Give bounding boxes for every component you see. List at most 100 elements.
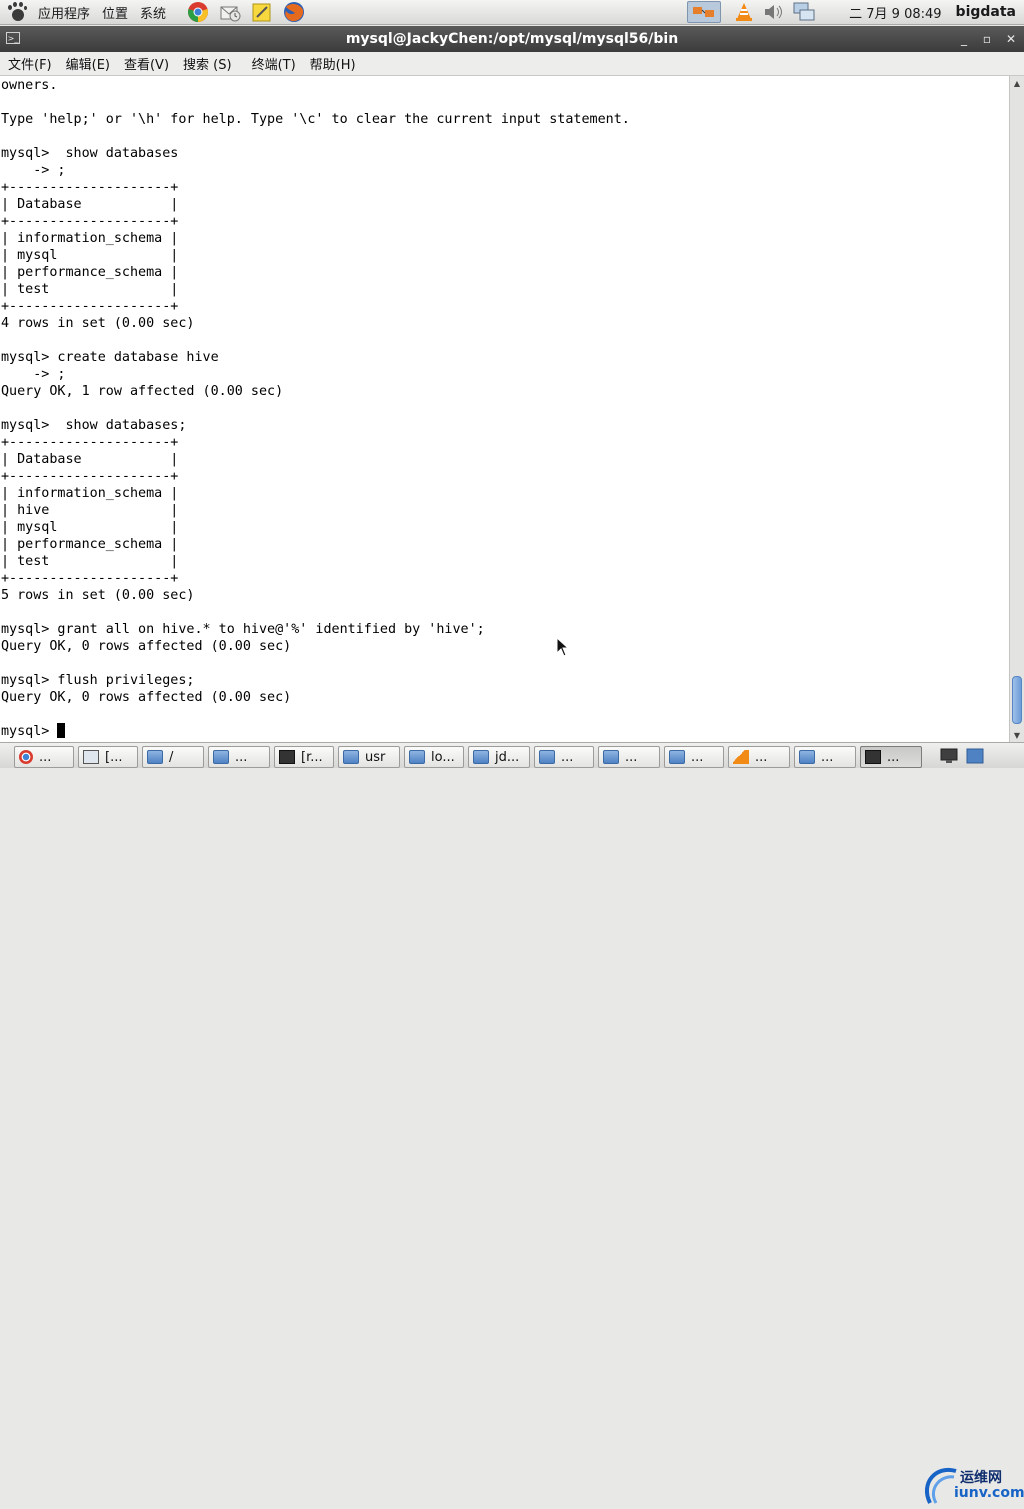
taskbar-item[interactable]: usr [338, 746, 400, 768]
mail-icon[interactable] [218, 1, 242, 23]
taskbar-item[interactable]: jd... [468, 746, 530, 768]
menu-applications[interactable]: 应用程序 [32, 0, 96, 25]
vertical-scrollbar[interactable]: ▲ ▼ [1009, 76, 1024, 742]
menu-system[interactable]: 系统 [134, 0, 172, 25]
terminal-line: mysql> create database hive [1, 350, 219, 365]
watermark-label: 运维网 [960, 1470, 1002, 1486]
terminal-line: Query OK, 0 rows affected (0.00 sec) [1, 690, 292, 705]
taskbar-item-label: ... [821, 749, 834, 765]
terminal-line: +--------------------+ [1, 469, 179, 484]
taskbar-item[interactable]: [r... [274, 746, 334, 768]
terminal-line: +--------------------+ [1, 571, 179, 586]
watermark-logo: 运维网 iunv.com [922, 1463, 1024, 1509]
taskbar-item-label: ... [39, 749, 52, 765]
watermark-url: iunv.com [954, 1485, 1024, 1501]
terminal-line: | Database | [1, 197, 179, 212]
taskbar-item[interactable]: / [142, 746, 204, 768]
monitor-icon[interactable] [792, 1, 816, 23]
taskbar-item[interactable]: ... [598, 746, 660, 768]
folder-icon [473, 750, 489, 764]
computer-icon [83, 750, 99, 764]
terminal-line: +--------------------+ [1, 180, 179, 195]
terminal-line: | information_schema | [1, 231, 179, 246]
taskbar-item-label: ... [625, 749, 638, 765]
taskbar-item[interactable]: lo... [404, 746, 464, 768]
menu-help[interactable]: 帮助(H) [304, 54, 362, 73]
terminal-line: | test | [1, 282, 179, 297]
taskbar-item[interactable]: [... [78, 746, 138, 768]
terminal-line: mysql> show databases [1, 146, 179, 161]
gnome-foot-icon[interactable] [6, 1, 28, 23]
terminal-text: owners. Type 'help;' or '\h' for help. T… [1, 77, 630, 740]
taskbar-item[interactable]: ... [794, 746, 856, 768]
taskbar-item[interactable]: ... [208, 746, 270, 768]
folder-icon [539, 750, 555, 764]
terminal-line: | Database | [1, 452, 179, 467]
terminal-prompt: mysql> [1, 724, 58, 739]
folder-icon [799, 750, 815, 764]
menu-view[interactable]: 查看(V) [118, 54, 175, 73]
close-icon[interactable]: ✕ [1002, 30, 1020, 48]
firefox-icon[interactable] [282, 1, 306, 23]
terminal-line: mysql> grant all on hive.* to hive@'%' i… [1, 622, 485, 637]
terminal-line: | hive | [1, 503, 179, 518]
workspace-icon[interactable] [966, 748, 984, 764]
scroll-up-icon[interactable]: ▲ [1010, 76, 1024, 90]
terminal-line: | performance_schema | [1, 537, 179, 552]
scrollbar-thumb[interactable] [1012, 676, 1022, 724]
taskbar-item-label: ... [691, 749, 704, 765]
taskbar-item[interactable]: ... [728, 746, 790, 768]
terminal-icon [865, 750, 881, 764]
taskbar-item[interactable]: ... [664, 746, 724, 768]
folder-icon [213, 750, 229, 764]
vlc-icon[interactable] [732, 1, 756, 23]
notes-icon[interactable] [250, 1, 274, 23]
terminal-line: mysql> show databases; [1, 418, 187, 433]
terminal-menubar: 文件(F) 编辑(E) 查看(V) 搜索 (S) 终端(T) 帮助(H) [0, 52, 1024, 76]
menu-search[interactable]: 搜索 (S) [177, 54, 238, 73]
menu-edit[interactable]: 编辑(E) [60, 54, 116, 73]
user-menu[interactable]: bigdata [956, 4, 1016, 20]
minimize-icon[interactable]: _ [955, 30, 973, 48]
top-panel: 应用程序 位置 系统 二 7月 9 08:49 bigdata [0, 0, 1024, 25]
mouse-pointer-icon [556, 637, 570, 657]
volume-icon[interactable] [762, 1, 786, 23]
folder-icon [147, 750, 163, 764]
terminal-line: -> ; [1, 163, 66, 178]
bottom-taskbar: ... [... /... [r... usr lo... jd..............… [0, 742, 1024, 1504]
taskbar-item[interactable]: ... [860, 746, 922, 768]
menu-terminal[interactable]: 终端(T) [246, 54, 302, 73]
terminal-line: owners. [1, 78, 58, 93]
terminal-prompt-line: mysql> [1, 723, 630, 740]
terminal-line: Query OK, 0 rows affected (0.00 sec) [1, 639, 292, 654]
terminal-line: +--------------------+ [1, 435, 179, 450]
chrome-icon [19, 750, 33, 764]
folder-icon [343, 750, 359, 764]
terminal-line: | mysql | [1, 520, 179, 535]
terminal-output[interactable]: owners. Type 'help;' or '\h' for help. T… [0, 76, 1009, 742]
window-titlebar[interactable]: >_ mysql@JackyChen:/opt/mysql/mysql56/bi… [0, 26, 1024, 52]
chrome-icon[interactable] [186, 1, 210, 23]
taskbar-item[interactable]: ... [14, 746, 74, 768]
terminal-line: -> ; [1, 367, 66, 382]
show-desktop-icon[interactable] [940, 748, 958, 764]
terminal-line: +--------------------+ [1, 299, 179, 314]
terminal-line: Type 'help;' or '\h' for help. Type '\c'… [1, 112, 630, 127]
vlc-icon [733, 750, 749, 764]
maximize-icon[interactable]: ▫ [978, 30, 996, 48]
terminal-line: +--------------------+ [1, 214, 179, 229]
taskbar-item-label: ... [887, 749, 900, 765]
scroll-down-icon[interactable]: ▼ [1010, 728, 1024, 742]
clock[interactable]: 二 7月 9 08:49 [849, 3, 941, 22]
taskbar-item-label: usr [365, 749, 386, 765]
taskbar-item[interactable]: ... [534, 746, 594, 768]
menu-file[interactable]: 文件(F) [2, 54, 58, 73]
terminal-line: 4 rows in set (0.00 sec) [1, 316, 195, 331]
network-icon[interactable] [687, 1, 722, 23]
menu-places[interactable]: 位置 [96, 0, 134, 25]
